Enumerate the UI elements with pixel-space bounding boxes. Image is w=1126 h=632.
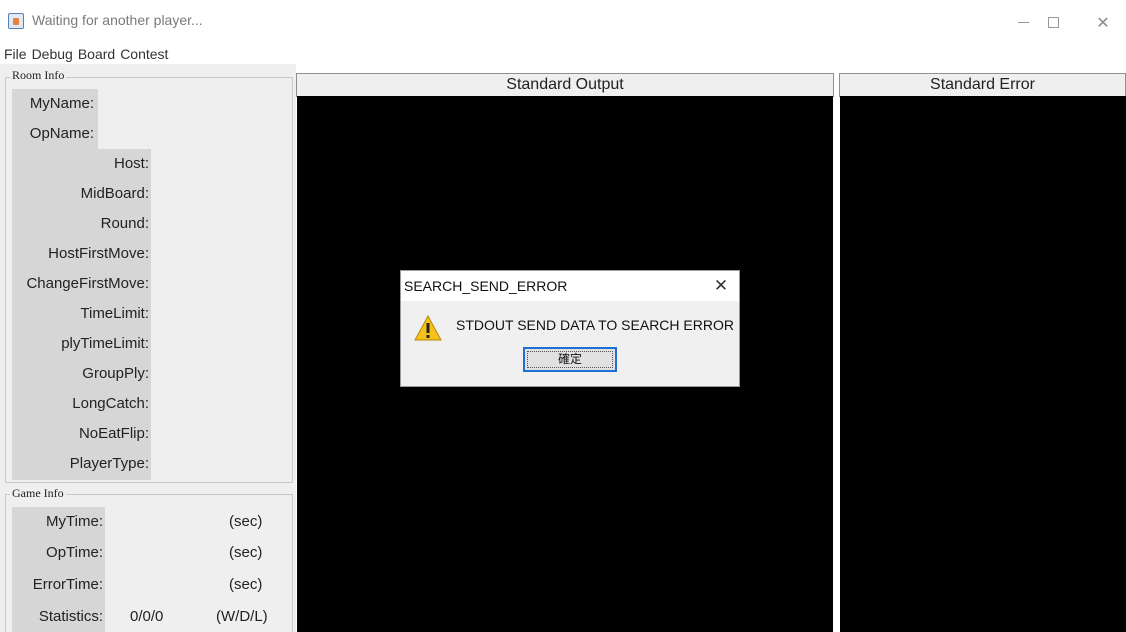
field-longcatch: LongCatch: xyxy=(72,395,149,412)
field-timelimit: TimeLimit: xyxy=(80,305,149,322)
field-myname: MyName: xyxy=(29,95,94,112)
maximize-button[interactable] xyxy=(1030,8,1076,36)
field-errortime: ErrorTime: xyxy=(32,576,103,593)
field-playertype: PlayerType: xyxy=(69,455,149,472)
close-button[interactable]: ✕ xyxy=(1080,8,1126,36)
dialog-message: STDOUT SEND DATA TO SEARCH ERROR xyxy=(456,317,734,333)
stderr-console[interactable] xyxy=(840,96,1126,632)
java-app-icon xyxy=(8,13,24,29)
warning-icon xyxy=(414,315,442,341)
stdout-header: Standard Output xyxy=(296,73,834,97)
menu-bar: File Debug Board Contest xyxy=(0,44,168,64)
field-noeatflip: NoEatFlip: xyxy=(78,425,149,442)
minimize-icon xyxy=(1017,21,1029,23)
field-statistics: Statistics: xyxy=(38,608,103,625)
menu-contest[interactable]: Contest xyxy=(120,44,168,64)
statistics-value: 0/0/0 xyxy=(130,608,164,625)
mytime-unit: (sec) xyxy=(229,513,263,530)
game-info-label: Game Info xyxy=(10,486,66,501)
errortime-unit: (sec) xyxy=(229,576,263,593)
dialog-titlebar: SEARCH_SEND_ERROR ✕ xyxy=(401,271,739,301)
ok-button[interactable]: 確定 xyxy=(523,347,617,372)
room-info-label: Room Info xyxy=(10,68,67,83)
field-opname: OpName: xyxy=(29,125,94,142)
field-midboard: MidBoard: xyxy=(80,185,149,202)
field-groupply: GroupPly: xyxy=(82,365,149,382)
field-optime: OpTime: xyxy=(46,544,103,561)
field-plytimelimit: plyTimeLimit: xyxy=(61,335,149,352)
close-icon: ✕ xyxy=(713,276,729,296)
field-round: Round: xyxy=(100,215,149,232)
dialog-close-button[interactable]: ✕ xyxy=(709,274,733,298)
field-changefirstmove: ChangeFirstMove: xyxy=(26,275,149,292)
maximize-icon xyxy=(1047,16,1059,28)
field-mytime: MyTime: xyxy=(46,513,103,530)
window-title: Waiting for another player... xyxy=(32,12,203,28)
window-titlebar: Waiting for another player... ✕ xyxy=(0,0,1126,44)
field-hostfirstmove: HostFirstMove: xyxy=(48,245,149,262)
menu-board[interactable]: Board xyxy=(78,44,115,64)
stderr-header: Standard Error xyxy=(839,73,1126,97)
menu-file[interactable]: File xyxy=(4,44,27,64)
focus-ring xyxy=(527,351,613,368)
statistics-unit: (W/D/L) xyxy=(216,608,268,625)
menu-debug[interactable]: Debug xyxy=(32,44,73,64)
info-panel: Room Info MyName: OpName: Host: MidBoard… xyxy=(0,64,296,632)
close-icon: ✕ xyxy=(1096,12,1110,32)
error-dialog: SEARCH_SEND_ERROR ✕ STDOUT SEND DATA TO … xyxy=(400,270,740,387)
optime-unit: (sec) xyxy=(229,544,263,561)
dialog-title: SEARCH_SEND_ERROR xyxy=(404,278,568,294)
field-host: Host: xyxy=(113,155,149,172)
